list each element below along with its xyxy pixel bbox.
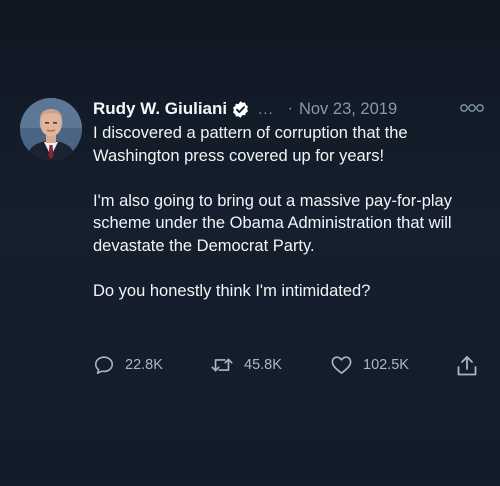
tweet-paragraph: I discovered a pattern of corruption tha… [93,124,408,165]
avatar-portrait [20,98,82,160]
reply-bubble-icon [94,356,114,375]
author-name[interactable]: Rudy W. Giuliani [93,99,227,119]
tweet-header: Rudy W. Giuliani ... · Nov 23, 2019 [93,96,485,122]
tweet-actions: 22.8K 45.8K 102.5K [93,354,485,378]
tweet-content: Rudy W. Giuliani ... · Nov 23, 2019 I di… [93,96,485,376]
tweet-paragraph: Do you honestly think I'm intimidated? [93,281,371,300]
retweet-button[interactable]: 45.8K [210,354,282,376]
date-separator: · [287,100,293,117]
share-upload-icon [457,356,477,376]
reply-button[interactable]: 22.8K [93,354,163,376]
heart-icon [331,356,352,374]
retweet-count: 45.8K [244,357,282,373]
tweet-text: I discovered a pattern of corruption tha… [93,122,485,302]
more-options-icon[interactable] [459,101,485,113]
retweet-arrows-icon [211,358,233,372]
tweet-date[interactable]: Nov 23, 2019 [299,100,397,119]
reply-count: 22.8K [125,357,163,373]
tweet-screen: Rudy W. Giuliani ... · Nov 23, 2019 I di… [0,0,500,486]
share-button[interactable] [456,354,478,378]
handle-ellipsis: ... [258,100,274,118]
like-button[interactable]: 102.5K [330,354,409,376]
tweet-paragraph: I'm also going to bring out a massive pa… [93,191,452,255]
avatar[interactable] [20,98,82,160]
verified-badge-icon [231,100,250,119]
like-count: 102.5K [363,357,409,373]
